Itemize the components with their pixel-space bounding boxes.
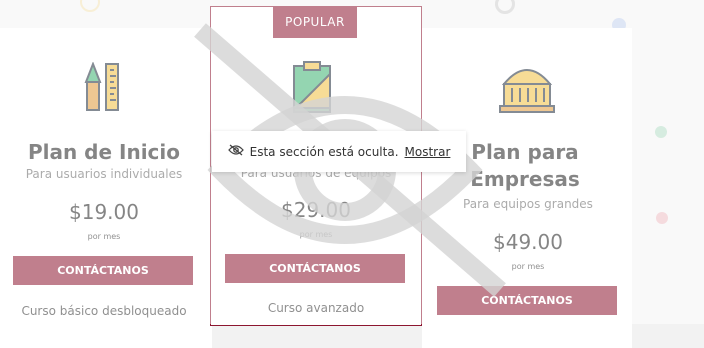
show-section-link[interactable]: Mostrar [405,145,451,159]
eye-slash-icon [227,144,244,159]
hidden-section-text: Esta sección está oculta. [249,144,399,159]
hidden-section-notice: Esta sección está oculta. Mostrar [212,131,466,172]
